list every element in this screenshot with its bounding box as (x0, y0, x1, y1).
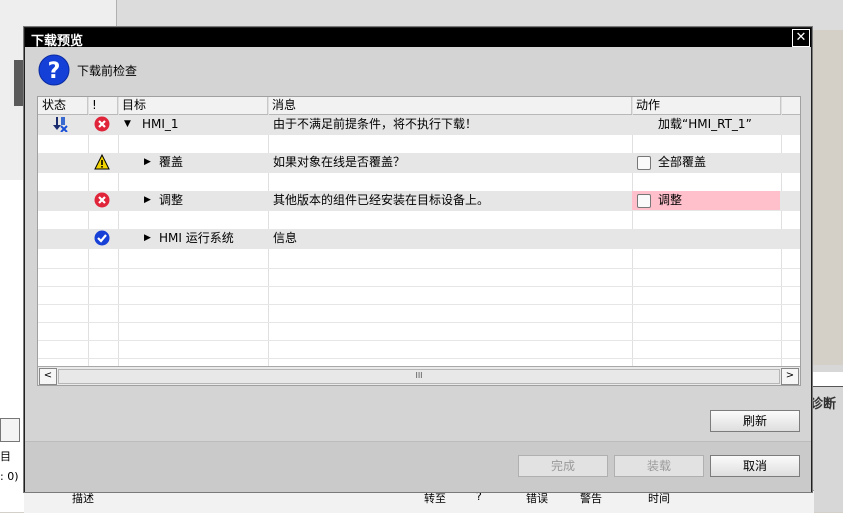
dialog-header-text: 下载前检查 (77, 64, 138, 78)
action-text[interactable]: 全部覆盖 (658, 153, 706, 172)
table-row[interactable]: ▼ HMI_1 由于不满足前提条件，将不执行下载！ 加载“HMI_RT_1” (38, 115, 800, 135)
message-text: 信息 (273, 231, 298, 245)
close-button[interactable]: ✕ (792, 29, 810, 47)
table-row (38, 211, 800, 231)
warning-icon (94, 154, 110, 170)
background-footer-header (24, 490, 814, 513)
col-target[interactable]: 目标 (118, 97, 268, 114)
background-graphic (14, 60, 24, 106)
download-preview-dialog: 下载预览 ✕ ? 下载前检查 状态 ! 目标 消息 动作 ▼ HMI_1 由于不… (24, 27, 812, 492)
table-row[interactable]: ▶ 调整 其他版本的组件已经安装在目标设备上。 调整 (38, 191, 800, 211)
col-severity[interactable]: ! (88, 97, 118, 114)
finish-button[interactable]: 完成 (518, 455, 608, 477)
footer-col-error[interactable]: 错误 (526, 490, 548, 506)
expand-icon[interactable]: ▶ (144, 191, 151, 210)
collapse-icon[interactable]: ▼ (124, 115, 131, 134)
grid-header: 状态 ! 目标 消息 动作 (38, 97, 800, 115)
empty-row (38, 249, 800, 269)
overwrite-all-checkbox[interactable] (637, 156, 651, 170)
question-icon: ? (38, 54, 70, 86)
adjust-checkbox[interactable] (637, 194, 651, 208)
expand-icon[interactable]: ▶ (144, 229, 151, 248)
horizontal-scrollbar[interactable]: < III > (38, 366, 800, 385)
empty-row (38, 303, 800, 323)
table-row[interactable]: ▶ 覆盖 如果对象在线是否覆盖？ 全部覆盖 (38, 153, 800, 173)
target-name: HMI_1 (142, 117, 179, 131)
scroll-thumb[interactable]: III (58, 369, 780, 384)
action-text[interactable]: 调整 (658, 191, 682, 210)
error-icon (94, 116, 110, 132)
background-right-panel (810, 365, 843, 512)
table-row[interactable]: ▶ HMI 运行系统 信息 (38, 229, 800, 249)
ok-check-icon (94, 230, 110, 246)
empty-row (38, 285, 800, 305)
col-action[interactable]: 动作 (632, 97, 781, 114)
empty-row (38, 339, 800, 359)
expand-icon[interactable]: ▶ (144, 153, 151, 172)
dialog-title: 下载预览 (31, 34, 84, 49)
message-text: 如果对象在线是否覆盖？ (273, 155, 406, 169)
diagnostics-tab[interactable]: 诊断 (810, 393, 836, 412)
download-error-icon (53, 117, 68, 132)
footer-col-description[interactable]: 描述 (72, 490, 94, 506)
footer-col-time[interactable]: 时间 (648, 490, 670, 506)
error-icon (94, 192, 110, 208)
cancel-button[interactable]: 取消 (710, 455, 800, 477)
background-left-text: 目 (0, 450, 11, 463)
background-header (116, 0, 843, 30)
empty-row (38, 321, 800, 341)
scroll-right-button[interactable]: > (781, 368, 799, 385)
target-name: 调整 (159, 193, 184, 207)
footer-col-warning[interactable]: 警告 (580, 490, 602, 506)
load-button[interactable]: 装载 (614, 455, 704, 477)
preview-grid: 状态 ! 目标 消息 动作 ▼ HMI_1 由于不满足前提条件，将不执行下载！ … (37, 96, 801, 386)
action-error-highlight (632, 191, 780, 210)
col-message[interactable]: 消息 (268, 97, 632, 114)
background-left-box[interactable] (0, 418, 20, 442)
dialog-footer: 完成 装载 取消 (25, 441, 811, 492)
message-text: 其他版本的组件已经安装在目标设备上。 (273, 193, 490, 207)
col-status[interactable]: 状态 (38, 97, 88, 114)
dialog-titlebar[interactable]: 下载预览 ✕ (25, 28, 811, 49)
message-text: 由于不满足前提条件，将不执行下载！ (273, 117, 478, 131)
footer-col-goto[interactable]: 转至 (424, 490, 446, 506)
refresh-button[interactable]: 刷新 (710, 410, 800, 432)
table-row (38, 135, 800, 155)
background-strip (0, 180, 24, 370)
table-row (38, 173, 800, 193)
target-name: HMI 运行系统 (159, 231, 234, 245)
scroll-left-button[interactable]: < (39, 368, 57, 385)
target-name: 覆盖 (159, 155, 184, 169)
empty-row (38, 267, 800, 287)
action-text[interactable]: 加载“HMI_RT_1” (658, 115, 752, 134)
background-ruler (812, 372, 843, 387)
svg-text:?: ? (48, 59, 61, 84)
background-left-text-2: : 0) (0, 470, 19, 483)
